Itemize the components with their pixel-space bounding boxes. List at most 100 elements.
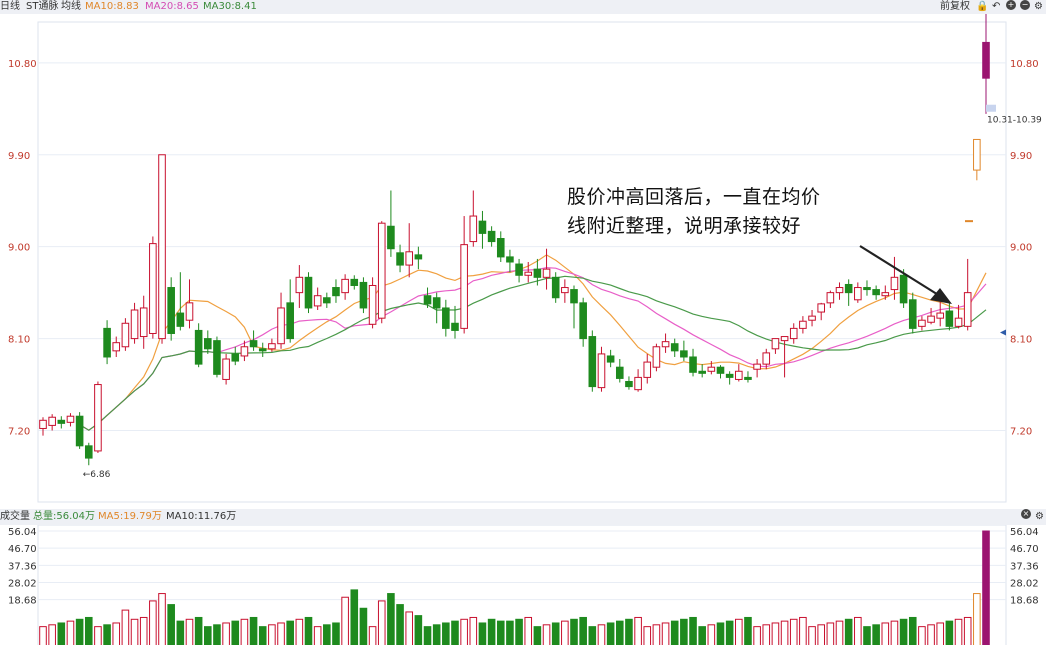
candle-body (707, 366, 716, 372)
candle-body (716, 366, 725, 374)
candle-body (139, 307, 148, 338)
undo-icon[interactable]: ↶ (992, 0, 1000, 14)
volume-bar (231, 620, 240, 645)
volume-bar (478, 622, 487, 645)
volume-bar (570, 618, 578, 645)
volume-tick-right: 46.70 (1010, 544, 1039, 555)
period-label[interactable]: 日线 (0, 0, 20, 14)
volume-bar (240, 618, 249, 645)
volume-bar (542, 624, 551, 645)
candle-body (579, 302, 587, 340)
volume-bar (844, 618, 853, 645)
candle-body (460, 244, 468, 329)
volume-bar (377, 600, 386, 645)
volume-bar (222, 622, 230, 645)
candle (377, 221, 386, 324)
candle-body (204, 338, 212, 350)
volume-bar (350, 589, 359, 645)
volume-tick-right: 37.36 (1010, 561, 1039, 572)
y-tick-right: 9.90 (1010, 151, 1032, 162)
volume-bar (725, 620, 734, 645)
candle-body (973, 138, 981, 171)
volume-ma10: MA10:11.76万 (166, 511, 237, 522)
annotation-line-2: 线附近整理，说明承接较好 (567, 215, 802, 237)
volume-bar (634, 616, 642, 645)
volume-bar (533, 626, 542, 645)
candle-body (643, 361, 652, 378)
candle-body (240, 346, 249, 357)
volume-bar (323, 624, 331, 645)
candle-body (396, 252, 404, 266)
y-tick-right: 9.00 (1010, 243, 1032, 254)
volume-bar (304, 616, 313, 645)
candle-body (808, 315, 816, 321)
candle-body (103, 327, 111, 358)
volume-bar (460, 618, 468, 645)
volume-bar (698, 626, 706, 645)
volume-bar (39, 626, 47, 645)
candle (359, 277, 368, 314)
volume-bar (689, 616, 697, 645)
volume-settings-icon[interactable]: ⚙ (1035, 509, 1044, 525)
candle-body (680, 350, 688, 358)
volume-bar (597, 624, 606, 645)
volume-bar (158, 593, 166, 645)
volume-bar (121, 609, 130, 645)
candle-body (249, 340, 258, 348)
candle-body (927, 315, 935, 323)
candle (304, 272, 313, 314)
candle-body (158, 154, 166, 340)
volume-bar (414, 615, 423, 645)
candle-body (899, 274, 908, 304)
volume-tick-left: 46.70 (8, 544, 37, 555)
candle-body (478, 220, 487, 234)
volume-bar (927, 624, 935, 645)
candle (94, 381, 102, 453)
volume-bar (313, 626, 322, 645)
candle (588, 330, 597, 392)
y-tick-left: 9.00 (8, 243, 30, 254)
volume-bar (451, 620, 459, 645)
volume-bar (149, 600, 157, 645)
volume-bar (176, 620, 185, 645)
candle-body (744, 376, 752, 380)
volume-bar (826, 622, 835, 645)
adjust-label[interactable]: 前复权 (940, 0, 970, 14)
y-tick-left: 8.10 (8, 335, 30, 346)
volume-bar (432, 624, 441, 645)
candle-body (94, 384, 102, 452)
candle-body (945, 310, 954, 327)
volume-bar (185, 618, 194, 645)
y-tick-left: 7.20 (8, 427, 30, 438)
volume-bar (387, 593, 395, 645)
volume-bar (808, 626, 816, 645)
candle-body (634, 376, 642, 391)
volume-bar (643, 626, 652, 645)
volume-bar (249, 616, 258, 645)
avg-line-label[interactable]: 均线 (61, 0, 81, 14)
volume-bar (57, 622, 66, 645)
settings-icon[interactable]: ⚙ (1034, 0, 1043, 14)
candle-body (84, 445, 93, 459)
volume-bar (332, 622, 340, 645)
candle-body (359, 281, 368, 309)
lock-icon[interactable]: 🔒 (976, 0, 988, 14)
candle-body (442, 307, 450, 329)
candle-body (570, 289, 578, 304)
y-tick-right: 8.10 (1010, 335, 1032, 346)
volume-bar (551, 622, 560, 645)
volume-bar (368, 626, 377, 645)
volume-bar (744, 616, 752, 645)
candle-body (963, 292, 972, 327)
candle-body (57, 419, 66, 424)
candle-body (753, 363, 761, 370)
candle-body (130, 309, 139, 340)
volume-bar (213, 624, 221, 645)
candle-body (75, 415, 84, 447)
volume-bar (945, 620, 954, 645)
volume-tick-left: 28.02 (8, 579, 37, 590)
y-tick-left: 9.90 (8, 151, 30, 162)
candle-body (918, 319, 926, 327)
candle-body (377, 222, 386, 319)
volume-bar (48, 624, 56, 645)
